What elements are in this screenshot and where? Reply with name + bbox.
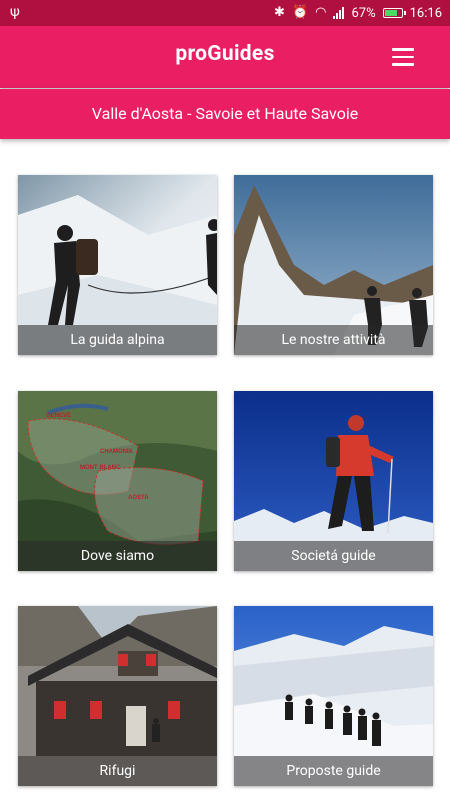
signal-icon bbox=[333, 7, 345, 19]
tile-nostre-attivita[interactable]: Le nostre attività bbox=[234, 175, 433, 355]
tile-guida-alpina[interactable]: La guida alpina bbox=[18, 175, 217, 355]
clock: 16:16 bbox=[409, 5, 442, 21]
battery-percent: 67% bbox=[351, 5, 376, 21]
tile-dove-siamo[interactable]: GENEVE CHAMONIX MONT BLANC AOSTA Dove si… bbox=[18, 391, 217, 571]
region-bar: Valle d'Aosta - Savoie et Haute Savoie bbox=[0, 89, 450, 139]
map-label-aosta: AOSTA bbox=[128, 495, 149, 501]
wifi-icon: ◠ bbox=[315, 5, 327, 20]
battery-icon bbox=[382, 8, 406, 18]
bluetooth-icon: ✱ bbox=[274, 5, 285, 20]
tile-label: Dove siamo bbox=[18, 541, 217, 571]
map-label-geneve: GENEVE bbox=[46, 413, 71, 419]
tile-proposte-guide[interactable]: Proposte guide bbox=[234, 606, 433, 786]
tile-label: Rifugi bbox=[18, 756, 217, 786]
app-title: proGuides bbox=[175, 42, 275, 66]
app-bar: proGuides bbox=[0, 26, 450, 88]
tile-label: Le nostre attività bbox=[234, 325, 433, 355]
tile-societa-guide[interactable]: Societá guide bbox=[234, 391, 433, 571]
tile-rifugi[interactable]: Rifugi bbox=[18, 606, 217, 786]
usb-icon: ψ bbox=[10, 4, 20, 20]
tile-label: La guida alpina bbox=[18, 325, 217, 355]
map-label-chamonix: CHAMONIX bbox=[100, 449, 133, 455]
menu-icon[interactable] bbox=[392, 48, 414, 66]
tile-label: Proposte guide bbox=[234, 756, 433, 786]
map-label-mont-blanc: MONT BLANC bbox=[80, 465, 121, 471]
tile-label: Societá guide bbox=[234, 541, 433, 571]
alarm-icon: ⏰ bbox=[291, 5, 309, 20]
status-bar: ψ ✱ ⏰ ◠ 67% 16:16 bbox=[0, 0, 450, 26]
